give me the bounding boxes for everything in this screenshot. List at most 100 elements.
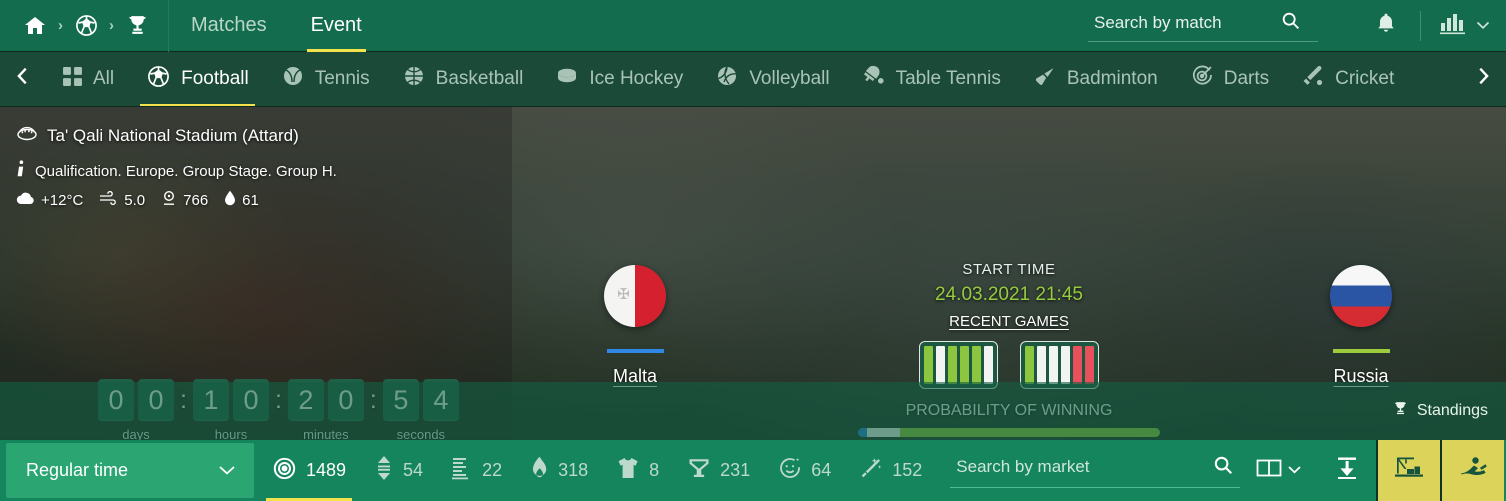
darts-icon <box>1190 64 1214 94</box>
chevron-right-icon <box>1472 65 1494 94</box>
main-tabs: Matches Event <box>169 0 384 52</box>
period-select[interactable]: Regular time <box>6 443 254 498</box>
weather-temperature: +12°C <box>16 191 83 209</box>
chevron-down-icon <box>1287 462 1302 480</box>
away-team-accent <box>1332 349 1390 353</box>
form-bar <box>960 346 969 384</box>
pressure-value: 766 <box>183 191 209 209</box>
sport-label-ice-hockey: Ice Hockey <box>589 68 684 89</box>
sidebar-item-tennis[interactable]: Tennis <box>265 52 386 106</box>
start-time-value: 24.03.2021 21:45 <box>935 284 1083 305</box>
metric-all-markets[interactable]: 1489 <box>258 440 360 501</box>
sidebar-item-darts[interactable]: Darts <box>1174 52 1285 106</box>
form-bar <box>1085 346 1094 384</box>
weather-wind: 5.0 <box>99 190 145 209</box>
breadcrumb-separator-1: › <box>58 17 63 34</box>
metric-teams[interactable]: 8 <box>602 440 673 501</box>
sport-label-darts: Darts <box>1223 68 1270 89</box>
metric-goals[interactable]: 231 <box>673 440 764 501</box>
standings-label: Standings <box>1416 402 1488 419</box>
sports-filter-bar: All Football Tennis Basketball Ice Hocke… <box>0 52 1506 107</box>
cloud-icon <box>16 191 35 209</box>
jersey-icon <box>616 456 640 485</box>
form-bar <box>1073 346 1082 384</box>
metric-totals-value: 54 <box>403 460 424 480</box>
metric-specials-value: 152 <box>892 460 923 480</box>
bar-chart-icon <box>1439 10 1469 41</box>
metric-favourites[interactable]: 64 <box>764 440 845 501</box>
tennis-ball-icon <box>281 64 305 94</box>
search-input[interactable] <box>1094 12 1270 33</box>
match-search[interactable] <box>1088 10 1318 42</box>
basketball-icon <box>402 64 426 94</box>
stadium-icon <box>16 125 38 146</box>
sidebar-item-volleyball[interactable]: Volleyball <box>699 52 845 106</box>
russia-flag-icon <box>1330 265 1392 327</box>
metric-hot-value: 318 <box>558 460 589 480</box>
trophy-icon[interactable] <box>124 13 150 39</box>
top-right-actions <box>1088 0 1506 52</box>
home-icon[interactable] <box>22 13 48 39</box>
form-bar <box>972 346 981 384</box>
sidebar-item-basketball[interactable]: Basketball <box>386 52 540 106</box>
weather-row: +12°C 5.0 766 61 <box>16 190 337 210</box>
search-icon[interactable] <box>1280 10 1301 36</box>
standings-link[interactable]: Standings <box>1392 400 1506 422</box>
sidebar-item-football[interactable]: Football <box>130 52 265 106</box>
sports-scroll-left-button[interactable] <box>0 52 46 106</box>
form-bar <box>948 346 957 384</box>
event-hero-banner: Ta' Qali National Stadium (Attard) Quali… <box>0 107 1506 440</box>
collapse-all-button[interactable] <box>1318 440 1376 501</box>
metric-hot[interactable]: 318 <box>516 440 602 501</box>
weather-pressure: 766 <box>161 190 208 210</box>
statistics-button[interactable] <box>1421 10 1506 41</box>
shuttlecock-icon <box>1033 64 1057 94</box>
sport-label-basketball: Basketball <box>435 68 524 89</box>
sports-scroll-right-button[interactable] <box>1460 52 1506 106</box>
tab-matches[interactable]: Matches <box>169 0 289 52</box>
market-search[interactable] <box>950 454 1241 488</box>
sport-label-badminton: Badminton <box>1066 68 1158 89</box>
sidebar-item-cricket[interactable]: Cricket <box>1285 52 1410 106</box>
event-page: › › Matches Event Search by match All Fo… <box>0 0 1506 501</box>
home-team-accent <box>606 349 664 353</box>
recent-games-link[interactable]: RECENT GAMES <box>858 313 1160 330</box>
tab-matches-label: Matches <box>191 14 267 36</box>
goal-net-icon <box>687 456 711 485</box>
malta-cross-icon: ✠ <box>617 286 630 303</box>
away-team[interactable]: Russia <box>1330 265 1392 387</box>
metric-specials[interactable]: 152 <box>845 440 936 501</box>
tab-event[interactable]: Event <box>289 0 384 52</box>
sidebar-item-ice-hockey[interactable]: Ice Hockey <box>539 52 699 106</box>
market-search-input[interactable] <box>956 457 1213 477</box>
humidity-value: 61 <box>242 191 259 209</box>
pressure-icon <box>161 190 177 210</box>
sport-label-volleyball: Volleyball <box>749 68 830 89</box>
metric-handicaps[interactable]: 22 <box>437 440 516 501</box>
stadium-name: Ta' Qali National Stadium (Attard) <box>47 125 299 145</box>
metric-favourites-value: 64 <box>811 460 832 480</box>
athlete-icon <box>1458 454 1488 487</box>
metric-totals[interactable]: 54 <box>360 440 437 501</box>
chevron-down-icon <box>218 460 236 481</box>
notifications-button[interactable] <box>1352 11 1420 40</box>
wind-icon <box>99 190 118 209</box>
sidebar-item-table-tennis[interactable]: Table Tennis <box>846 52 1017 106</box>
sidebar-item-all[interactable]: All <box>46 52 130 106</box>
humidity-icon <box>224 190 236 210</box>
match-info: Ta' Qali National Stadium (Attard) Quali… <box>16 125 337 210</box>
football-icon[interactable] <box>73 13 99 39</box>
construction-button[interactable] <box>1376 440 1441 501</box>
sidebar-item-badminton[interactable]: Badminton <box>1017 52 1174 106</box>
athlete-button[interactable] <box>1440 440 1505 501</box>
target-icon <box>272 456 297 486</box>
stadium-row: Ta' Qali National Stadium (Attard) <box>16 125 337 146</box>
columns-layout-button[interactable] <box>1240 440 1318 501</box>
top-navigation-bar: › › Matches Event <box>0 0 1506 52</box>
bar-levels-icon <box>451 456 473 485</box>
flame-icon <box>530 456 549 486</box>
magic-wand-icon <box>859 456 883 485</box>
home-team[interactable]: ✠ Malta <box>604 265 666 387</box>
volleyball-icon <box>715 64 739 94</box>
search-icon[interactable] <box>1212 454 1234 481</box>
